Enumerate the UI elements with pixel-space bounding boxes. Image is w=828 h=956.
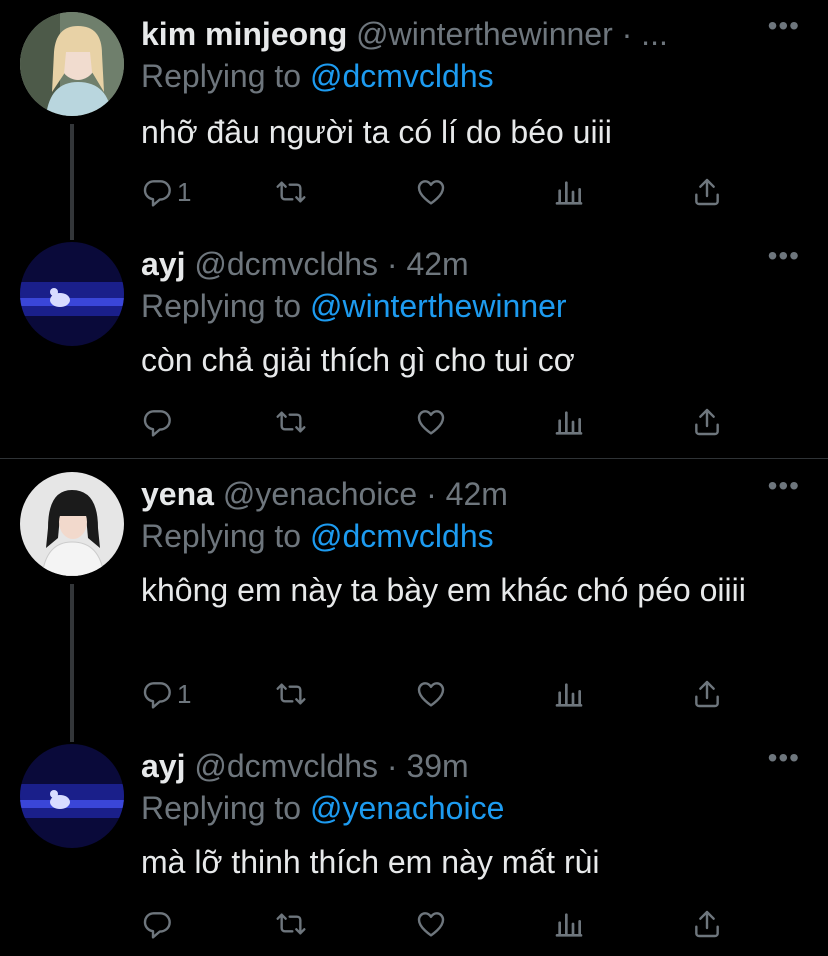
avatar[interactable] <box>20 744 124 848</box>
retweet-button[interactable] <box>275 904 307 944</box>
tweet-header: yena @yenachoice · 42m <box>141 474 748 514</box>
reply-button[interactable]: 1 <box>141 674 191 714</box>
reply-icon <box>143 912 171 939</box>
replying-to-mention[interactable]: @yenachoice <box>310 790 504 826</box>
like-icon <box>417 410 445 435</box>
tweet[interactable]: ayj @dcmvcldhs · 42m ••• Replying to @wi… <box>0 230 828 456</box>
replying-to-line: Replying to @dcmvcldhs <box>141 56 494 96</box>
avatar-kim-minjeong-image <box>20 12 124 116</box>
reply-icon <box>143 410 171 437</box>
replying-to-label: Replying to <box>141 58 302 94</box>
thread-divider <box>0 458 828 459</box>
retweet-icon <box>276 913 306 935</box>
analytics-icon <box>555 683 583 707</box>
retweet-icon <box>276 683 306 705</box>
replying-to-line: Replying to @dcmvcldhs <box>141 516 494 556</box>
avatar-ayj-image <box>20 242 124 346</box>
share-button[interactable] <box>691 904 723 944</box>
tweet[interactable]: yena @yenachoice · 42m ••• Replying to @… <box>0 460 828 732</box>
handle-and-time[interactable]: @yenachoice · 42m <box>223 476 508 512</box>
handle-and-time[interactable]: @winterthewinner · ... <box>356 16 668 52</box>
share-icon <box>695 910 719 938</box>
avatar[interactable] <box>20 472 124 576</box>
tweet-header: ayj @dcmvcldhs · 42m <box>141 244 748 284</box>
like-button[interactable] <box>415 904 447 944</box>
reply-button[interactable] <box>141 402 177 442</box>
tweet-text: nhỡ đâu người ta có lí do béo uiii <box>141 114 612 150</box>
action-bar <box>141 904 741 944</box>
reply-icon <box>143 180 171 207</box>
reply-count: 1 <box>177 176 192 207</box>
analytics-button[interactable] <box>553 674 585 714</box>
reply-icon <box>143 682 171 709</box>
handle-and-time[interactable]: @dcmvcldhs · 39m <box>194 748 468 784</box>
like-button[interactable] <box>415 172 447 212</box>
reply-button[interactable] <box>141 904 177 944</box>
avatar-yena-image <box>20 472 124 576</box>
retweet-button[interactable] <box>275 674 307 714</box>
like-icon <box>417 180 445 205</box>
avatar[interactable] <box>20 242 124 346</box>
action-bar: 1 <box>141 674 741 714</box>
display-name[interactable]: ayj <box>141 246 185 282</box>
action-bar <box>141 402 741 442</box>
tweet-text: mà lỡ thinh thích em này mất rùi <box>141 844 600 880</box>
replying-to-line: Replying to @yenachoice <box>141 788 504 828</box>
display-name[interactable]: ayj <box>141 748 185 784</box>
retweet-button[interactable] <box>275 402 307 442</box>
more-icon[interactable]: ••• <box>768 10 800 42</box>
display-name[interactable]: yena <box>141 476 214 512</box>
tweet[interactable]: ayj @dcmvcldhs · 39m ••• Replying to @ye… <box>0 732 828 956</box>
share-icon <box>695 408 719 436</box>
replying-to-mention[interactable]: @winterthewinner <box>310 288 567 324</box>
share-button[interactable] <box>691 402 723 442</box>
tweet-header: kim minjeong @winterthewinner · ... <box>141 14 748 54</box>
like-icon <box>417 912 445 937</box>
retweet-icon <box>276 181 306 203</box>
replying-to-label: Replying to <box>141 518 302 554</box>
avatar-ayj-image <box>20 744 124 848</box>
reply-count: 1 <box>177 678 192 709</box>
retweet-button[interactable] <box>275 172 307 212</box>
analytics-button[interactable] <box>553 402 585 442</box>
share-icon <box>695 178 719 206</box>
like-button[interactable] <box>415 674 447 714</box>
more-icon[interactable]: ••• <box>768 742 800 774</box>
tweet-header: ayj @dcmvcldhs · 39m <box>141 746 748 786</box>
retweet-icon <box>276 411 306 433</box>
share-button[interactable] <box>691 172 723 212</box>
like-button[interactable] <box>415 402 447 442</box>
reply-button[interactable]: 1 <box>141 172 191 212</box>
replying-to-mention[interactable]: @dcmvcldhs <box>310 518 494 554</box>
action-bar: 1 <box>141 172 741 212</box>
tweet-text: không em này ta bày em khác chó péo oiii… <box>141 572 746 608</box>
like-icon <box>417 682 445 707</box>
analytics-icon <box>555 913 583 937</box>
analytics-icon <box>555 181 583 205</box>
display-name[interactable]: kim minjeong <box>141 16 347 52</box>
tweet[interactable]: kim minjeong @winterthewinner · ... ••• … <box>0 0 828 230</box>
analytics-button[interactable] <box>553 904 585 944</box>
analytics-button[interactable] <box>553 172 585 212</box>
replying-to-label: Replying to <box>141 288 302 324</box>
share-icon <box>695 680 719 708</box>
tweet-text: còn chả giải thích gì cho tui cơ <box>141 342 575 378</box>
replying-to-mention[interactable]: @dcmvcldhs <box>310 58 494 94</box>
replying-to-label: Replying to <box>141 790 302 826</box>
more-icon[interactable]: ••• <box>768 470 800 502</box>
analytics-icon <box>555 411 583 435</box>
more-icon[interactable]: ••• <box>768 240 800 272</box>
avatar[interactable] <box>20 12 124 116</box>
share-button[interactable] <box>691 674 723 714</box>
handle-and-time[interactable]: @dcmvcldhs · 42m <box>194 246 468 282</box>
replying-to-line: Replying to @winterthewinner <box>141 286 567 326</box>
